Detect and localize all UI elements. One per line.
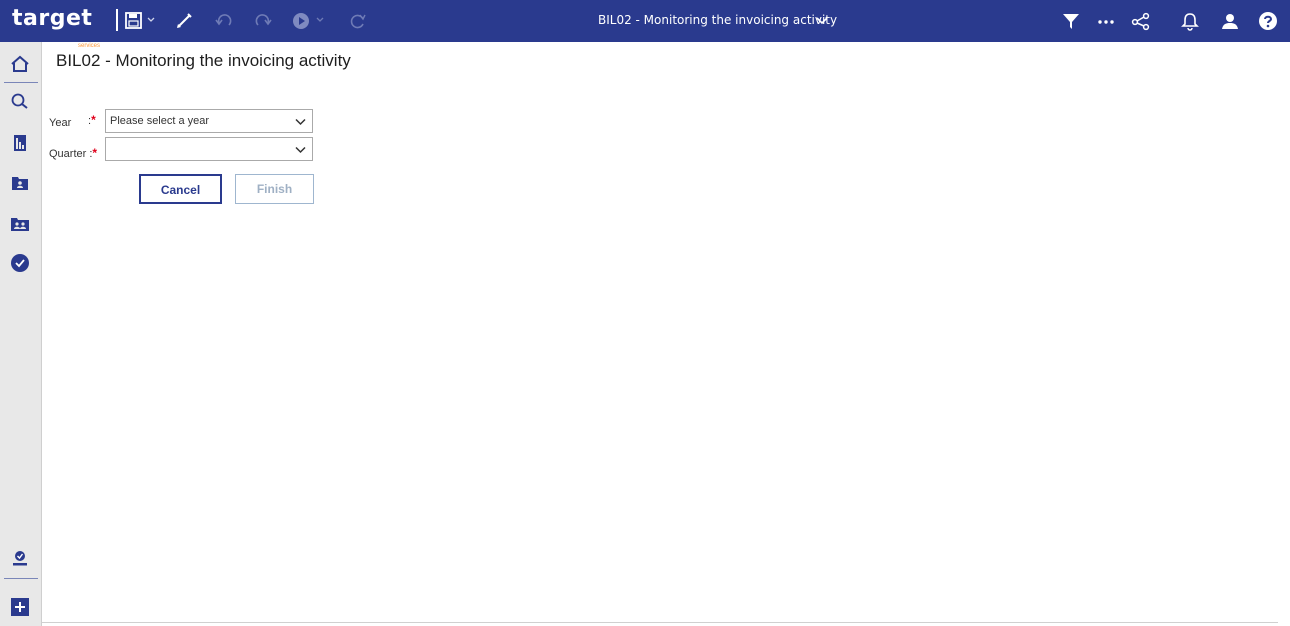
share-icon[interactable] [1131, 11, 1151, 31]
shared-folder-icon[interactable] [10, 214, 30, 234]
finish-button[interactable]: Finish [235, 174, 314, 204]
search-icon[interactable] [10, 92, 30, 112]
user-icon[interactable] [1220, 11, 1240, 31]
logo-text: target [12, 6, 93, 31]
quarter-select[interactable] [105, 137, 313, 161]
more-icon[interactable] [1096, 11, 1116, 31]
my-content-icon[interactable] [10, 549, 30, 569]
status-check-icon[interactable] [10, 253, 30, 273]
sidebar [0, 42, 42, 626]
chevron-down-icon[interactable] [295, 118, 306, 126]
year-label-separator: :* [88, 113, 96, 127]
year-select-value: Please select a year [110, 115, 210, 127]
year-required-marker: * [91, 113, 96, 127]
save-menu-chevron-icon[interactable] [147, 17, 155, 23]
refresh-icon[interactable] [348, 11, 368, 31]
team-folder-icon[interactable] [10, 173, 30, 193]
sidebar-divider [4, 82, 38, 83]
sidebar-divider-bottom [4, 578, 38, 579]
page-title: BIL02 - Monitoring the invoicing activit… [56, 51, 351, 70]
run-menu-chevron-icon[interactable] [316, 17, 324, 23]
save-icon[interactable] [124, 11, 144, 31]
report-icon[interactable] [10, 133, 30, 153]
notification-icon[interactable] [1180, 11, 1200, 31]
logo: target services [12, 6, 100, 49]
window-title[interactable]: BIL02 - Monitoring the invoicing activit… [598, 13, 837, 27]
year-select[interactable]: Please select a year [105, 109, 313, 133]
bottom-divider [42, 622, 1278, 623]
filter-icon[interactable] [1061, 11, 1081, 31]
run-icon[interactable] [291, 11, 311, 31]
redo-icon[interactable] [253, 11, 273, 31]
undo-icon[interactable] [214, 11, 234, 31]
quarter-required-marker: * [92, 146, 98, 160]
top-bar: target services BIL02 - Monitoring the i… [0, 0, 1290, 49]
title-chevron-down-icon[interactable] [816, 16, 828, 25]
chevron-down-icon[interactable] [295, 146, 306, 154]
logo-divider [116, 9, 118, 31]
new-icon[interactable] [10, 597, 30, 617]
help-icon[interactable] [1258, 11, 1278, 31]
cancel-button[interactable]: Cancel [139, 174, 222, 204]
edit-icon[interactable] [174, 11, 194, 31]
home-icon[interactable] [10, 54, 30, 74]
quarter-label: Quarter :* [49, 146, 98, 160]
year-label: Year [49, 117, 72, 129]
